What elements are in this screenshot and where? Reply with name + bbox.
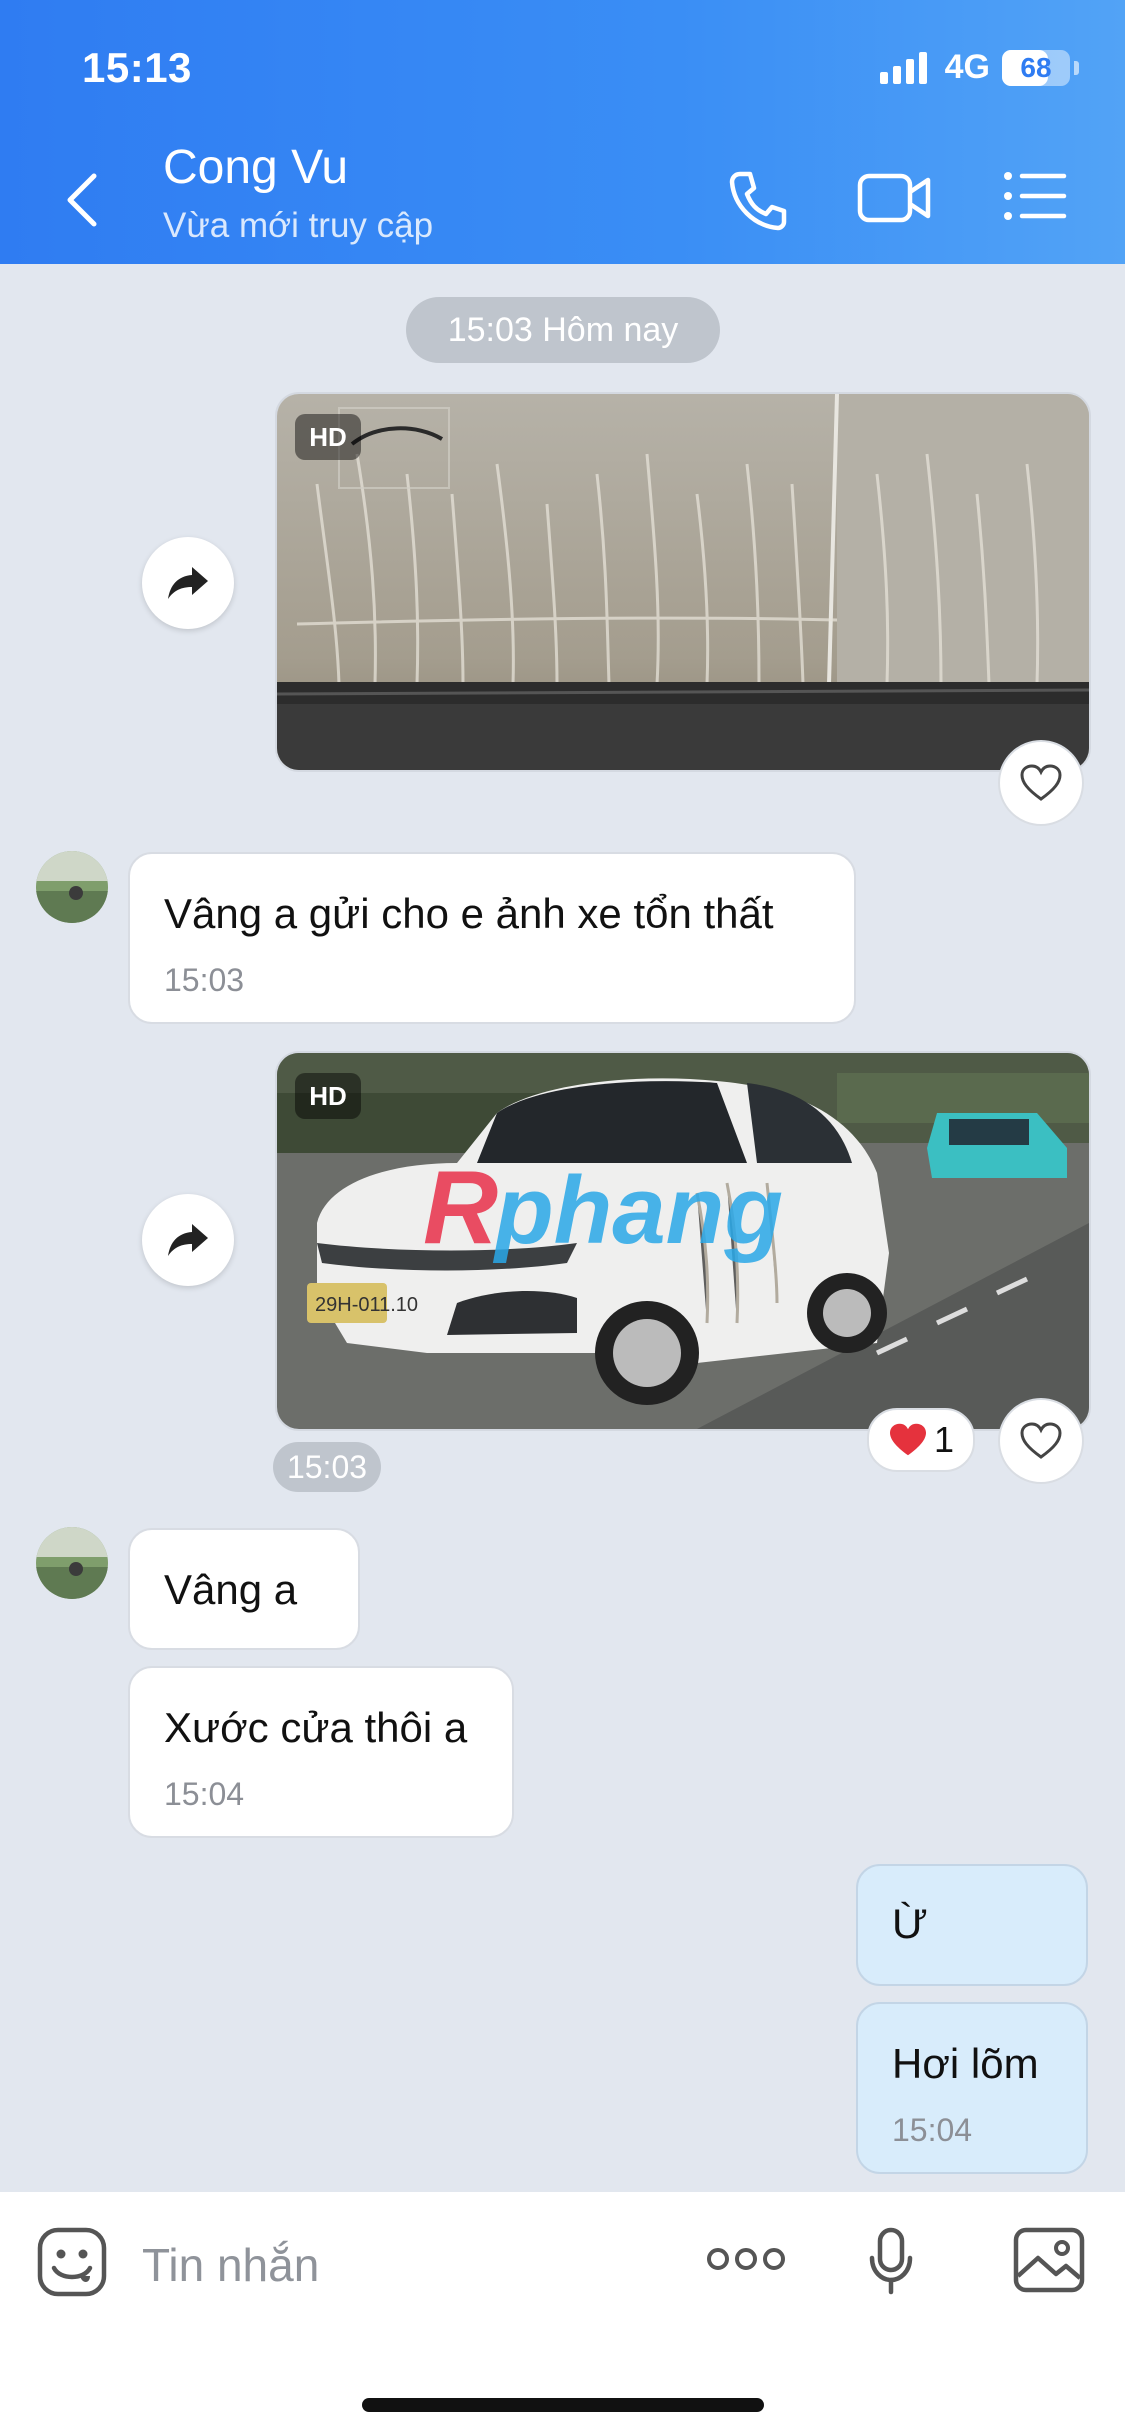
image-time: 15:03: [273, 1442, 381, 1492]
more-icon[interactable]: [706, 2244, 786, 2274]
reaction-badge[interactable]: 1: [867, 1408, 975, 1472]
forward-button[interactable]: [142, 1194, 234, 1286]
message-input[interactable]: Tin nhắn: [142, 2238, 319, 2292]
message-time: 15:04: [892, 2112, 973, 2148]
hd-badge: HD: [295, 1073, 361, 1119]
chat-header: 15:13 4G 68 Cong Vu Vừa mới truy cập: [0, 0, 1125, 264]
message-text: Vâng a gửi cho e ảnh xe tổn thất: [164, 890, 774, 937]
contact-name[interactable]: Cong Vu: [163, 140, 348, 195]
outgoing-message[interactable]: Hơi lõm 15:04: [856, 2002, 1088, 2174]
avatar-photo: [36, 851, 108, 923]
forward-icon: [168, 1224, 208, 1256]
contact-status: Vừa mới truy cập: [163, 206, 434, 245]
incoming-message[interactable]: Xước cửa thôi a 15:04: [128, 1666, 514, 1838]
signal-icon: [879, 51, 927, 84]
battery-cap: [1074, 60, 1079, 75]
message-text: Xước cửa thôi a: [164, 1704, 468, 1751]
reaction-count: 1: [933, 1419, 955, 1460]
message-text: Ừ: [892, 1900, 928, 1947]
incoming-message[interactable]: Vâng a gửi cho e ảnh xe tổn thất 15:03: [128, 852, 856, 1024]
watermark-text: phang: [492, 1157, 783, 1264]
heart-icon: [889, 1423, 926, 1456]
message-time: 15:04: [164, 1776, 245, 1812]
network-type: 4G: [944, 48, 990, 86]
avatar[interactable]: [36, 1527, 108, 1599]
avatar-photo: [36, 1527, 108, 1599]
battery-level: 68: [1020, 51, 1052, 83]
heart-icon: [1020, 1422, 1062, 1459]
sticker-icon[interactable]: [36, 2226, 108, 2298]
forward-button[interactable]: [142, 537, 234, 629]
heart-icon: [1020, 764, 1062, 801]
outgoing-message[interactable]: Ừ: [856, 1864, 1088, 1986]
status-time: 15:13: [82, 44, 192, 91]
message-text: Hơi lõm: [892, 2040, 1039, 2087]
phone-icon[interactable]: [726, 168, 790, 232]
license-plate: 29H-011.10: [315, 1294, 418, 1316]
car-photo: 29H-011.10 R phang: [277, 1053, 1089, 1429]
car-door-photo: [277, 394, 1089, 770]
react-heart-button[interactable]: [998, 1398, 1084, 1484]
message-text: Vâng a: [164, 1566, 298, 1613]
microphone-icon[interactable]: [866, 2226, 916, 2296]
image-icon[interactable]: [1012, 2226, 1086, 2294]
video-call-icon[interactable]: [856, 168, 934, 228]
react-heart-button[interactable]: [998, 740, 1084, 826]
message-time: 15:03: [164, 962, 245, 998]
home-indicator[interactable]: [362, 2398, 764, 2412]
date-separator: 15:03 Hôm nay: [406, 297, 720, 363]
image-message-door[interactable]: HD: [275, 392, 1091, 772]
menu-list-icon[interactable]: [1002, 168, 1068, 224]
back-icon[interactable]: [62, 170, 102, 230]
forward-icon: [168, 567, 208, 599]
battery-icon: 68: [1002, 49, 1070, 86]
incoming-message[interactable]: Vâng a: [128, 1528, 360, 1650]
status-indicators: 4G 68: [879, 48, 1079, 87]
image-message-car[interactable]: 29H-011.10 R phang HD: [275, 1051, 1091, 1431]
watermark-r: R: [423, 1150, 498, 1266]
hd-badge: HD: [295, 414, 361, 460]
avatar[interactable]: [36, 851, 108, 923]
